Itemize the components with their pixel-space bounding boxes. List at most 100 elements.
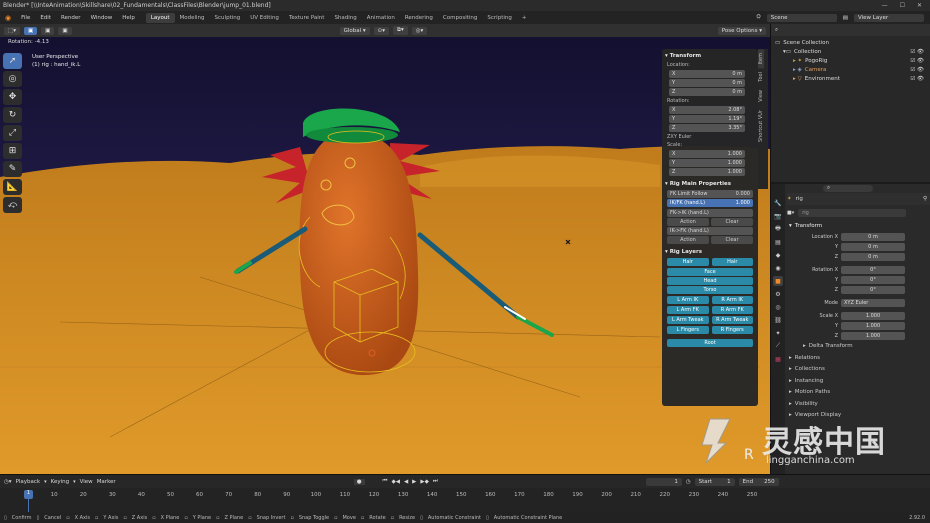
- menu-marker[interactable]: Marker: [97, 479, 116, 485]
- prop-location-y[interactable]: Y0 m: [787, 242, 930, 252]
- menu-file[interactable]: File: [16, 15, 35, 21]
- sidebar-tab-view[interactable]: View: [758, 86, 764, 106]
- motion-paths-panel[interactable]: ▸ Motion Paths: [787, 387, 930, 399]
- tab-layout[interactable]: Layout: [145, 12, 175, 23]
- annotate-tool-icon[interactable]: ✎: [3, 161, 22, 177]
- rotation-z-field[interactable]: Z 3.35°: [669, 124, 745, 132]
- pivot-dropdown[interactable]: ⊙▾: [373, 26, 390, 35]
- layer-l-fingers[interactable]: L Fingers: [667, 326, 709, 334]
- scene-selector[interactable]: Scene: [766, 13, 837, 22]
- add-workspace-button[interactable]: +: [517, 13, 532, 23]
- rotation-y-field[interactable]: Y 1.19°: [669, 115, 745, 123]
- clear-button[interactable]: Clear: [711, 236, 753, 244]
- blender-logo-icon[interactable]: ◉: [0, 14, 16, 22]
- timeline-editor-icon[interactable]: ◷▾: [4, 479, 12, 485]
- layer-r-arm-ik[interactable]: R Arm IK: [711, 296, 753, 304]
- select-tool-icon[interactable]: ➚: [3, 53, 22, 69]
- select-subtract-button[interactable]: ▣: [58, 26, 72, 35]
- menu-edit[interactable]: Edit: [35, 15, 56, 21]
- outliner-row-camera[interactable]: ▸ ◈ Camera ☑ 👁: [771, 65, 930, 74]
- output-tab-icon[interactable]: 🖶: [773, 224, 783, 234]
- visibility-icon[interactable]: ☑ 👁: [910, 49, 924, 55]
- ikfk-slider[interactable]: IK/FK (hand.L) 1.000: [667, 199, 753, 207]
- rig-main-section-header[interactable]: ▾ Rig Main Properties: [665, 179, 755, 189]
- transform-tool-icon[interactable]: ⊞: [3, 143, 22, 159]
- menu-window[interactable]: Window: [86, 15, 118, 21]
- close-icon[interactable]: ✕: [917, 2, 922, 9]
- physics-tab-icon[interactable]: ◎: [773, 302, 783, 312]
- filter-icon[interactable]: ⌕: [775, 27, 778, 34]
- ik-to-fk-button[interactable]: IK->FK (hand.L): [667, 227, 753, 235]
- modifier-tab-icon[interactable]: ⚙: [773, 289, 783, 299]
- scale-y-field[interactable]: Y 1.000: [669, 159, 745, 167]
- action-button[interactable]: Action: [667, 236, 709, 244]
- menu-render[interactable]: Render: [56, 15, 86, 21]
- editor-type-button[interactable]: ⬚▾: [4, 26, 20, 35]
- search-icon[interactable]: ⌕: [823, 185, 873, 192]
- layer-l-arm-fk[interactable]: L Arm FK: [667, 306, 709, 314]
- scale-x-field[interactable]: X 1.000: [669, 150, 745, 158]
- transform-panel-header[interactable]: ▾ Transform: [787, 220, 930, 232]
- menu-view[interactable]: View: [80, 479, 93, 485]
- next-key-icon[interactable]: ▶◆: [420, 479, 428, 485]
- layer-root[interactable]: Root: [667, 339, 753, 347]
- prop-scale-x[interactable]: Scale X 1.000: [787, 311, 930, 321]
- rotation-mode[interactable]: ZXY Euler: [665, 133, 755, 141]
- measure-tool-icon[interactable]: 📐: [3, 179, 22, 195]
- maximize-icon[interactable]: ☐: [900, 2, 905, 9]
- pose-options-dropdown[interactable]: Pose Options ▾: [717, 26, 766, 35]
- prop-location-z[interactable]: Z0 m: [787, 252, 930, 262]
- location-z-field[interactable]: Z 0 m: [669, 88, 745, 96]
- layer-hair-right[interactable]: Hair: [711, 258, 753, 266]
- select-mode-button[interactable]: ▣: [23, 26, 38, 35]
- fk-to-ik-button[interactable]: FK->IK (hand.L): [667, 209, 753, 217]
- play-icon[interactable]: ▶: [412, 479, 416, 485]
- transform-orientation-dropdown[interactable]: Global ▾: [339, 26, 370, 35]
- rig-layers-section-header[interactable]: ▾ Rig Layers: [665, 247, 755, 257]
- render-tab-icon[interactable]: 📷: [773, 211, 783, 221]
- minimize-icon[interactable]: —: [882, 2, 888, 9]
- snap-toggle[interactable]: ⧉▾: [393, 26, 408, 35]
- jump-end-icon[interactable]: ⏭: [433, 478, 438, 485]
- layer-r-fingers[interactable]: R Fingers: [711, 326, 753, 334]
- tab-compositing[interactable]: Compositing: [438, 13, 482, 23]
- texture-tab-icon[interactable]: ▦: [773, 354, 783, 364]
- clear-button[interactable]: Clear: [711, 218, 753, 226]
- rotate-tool-icon[interactable]: ↻: [3, 107, 22, 123]
- delta-transform-panel[interactable]: ▸ Delta Transform: [787, 341, 930, 353]
- visibility-panel[interactable]: ▸ Visibility: [787, 398, 930, 410]
- prev-key-icon[interactable]: ◆◀: [391, 479, 399, 485]
- data-tab-icon[interactable]: ✦: [773, 328, 783, 338]
- tab-modeling[interactable]: Modeling: [175, 13, 210, 23]
- prop-rotation-x[interactable]: Rotation X 0°: [787, 265, 930, 275]
- scene-tab-icon[interactable]: ◆: [773, 250, 783, 260]
- prop-scale-y[interactable]: Y 1.000: [787, 321, 930, 331]
- prop-rotation-y[interactable]: Y 0°: [787, 275, 930, 285]
- record-button[interactable]: ●: [353, 478, 365, 485]
- object-name[interactable]: rig: [796, 196, 803, 202]
- view-layer-selector[interactable]: View Layer: [854, 13, 924, 22]
- current-frame-field[interactable]: 1: [645, 477, 682, 486]
- proportional-toggle[interactable]: ◎▾: [411, 26, 428, 35]
- sidebar-tab-item[interactable]: Item: [758, 49, 764, 69]
- outliner-row-collection[interactable]: ▾▭ Collection ☑ 👁: [771, 47, 930, 56]
- bone-tab-icon[interactable]: ⟋: [773, 341, 783, 351]
- playhead[interactable]: 1: [24, 490, 33, 499]
- outliner-row-environment[interactable]: ▸ ▽ Environment ☑ 👁: [771, 74, 930, 83]
- object-tab-icon[interactable]: ■: [773, 276, 783, 286]
- prop-rotation-z[interactable]: Z 0°: [787, 285, 930, 295]
- preview-range-icon[interactable]: ◷: [686, 479, 691, 485]
- instancing-panel[interactable]: ▸ Instancing: [787, 375, 930, 387]
- sidebar-tab-shortcut[interactable]: Shortcut VUr: [758, 106, 764, 146]
- visibility-icon[interactable]: ☑ 👁: [910, 67, 924, 73]
- layer-l-arm-tweak[interactable]: L Arm Tweak: [667, 316, 709, 324]
- scale-tool-icon[interactable]: ⤢: [3, 125, 22, 141]
- layer-face[interactable]: Face: [667, 268, 753, 276]
- layer-l-arm-ik[interactable]: L Arm IK: [667, 296, 709, 304]
- play-reverse-icon[interactable]: ◀: [404, 479, 408, 485]
- menu-keying[interactable]: Keying: [51, 479, 69, 485]
- layer-hair-left[interactable]: Hair: [667, 258, 709, 266]
- relations-panel[interactable]: ▸ Relations: [787, 352, 930, 364]
- menu-playback[interactable]: Playback: [16, 479, 41, 485]
- select-extend-button[interactable]: ▣: [41, 26, 55, 35]
